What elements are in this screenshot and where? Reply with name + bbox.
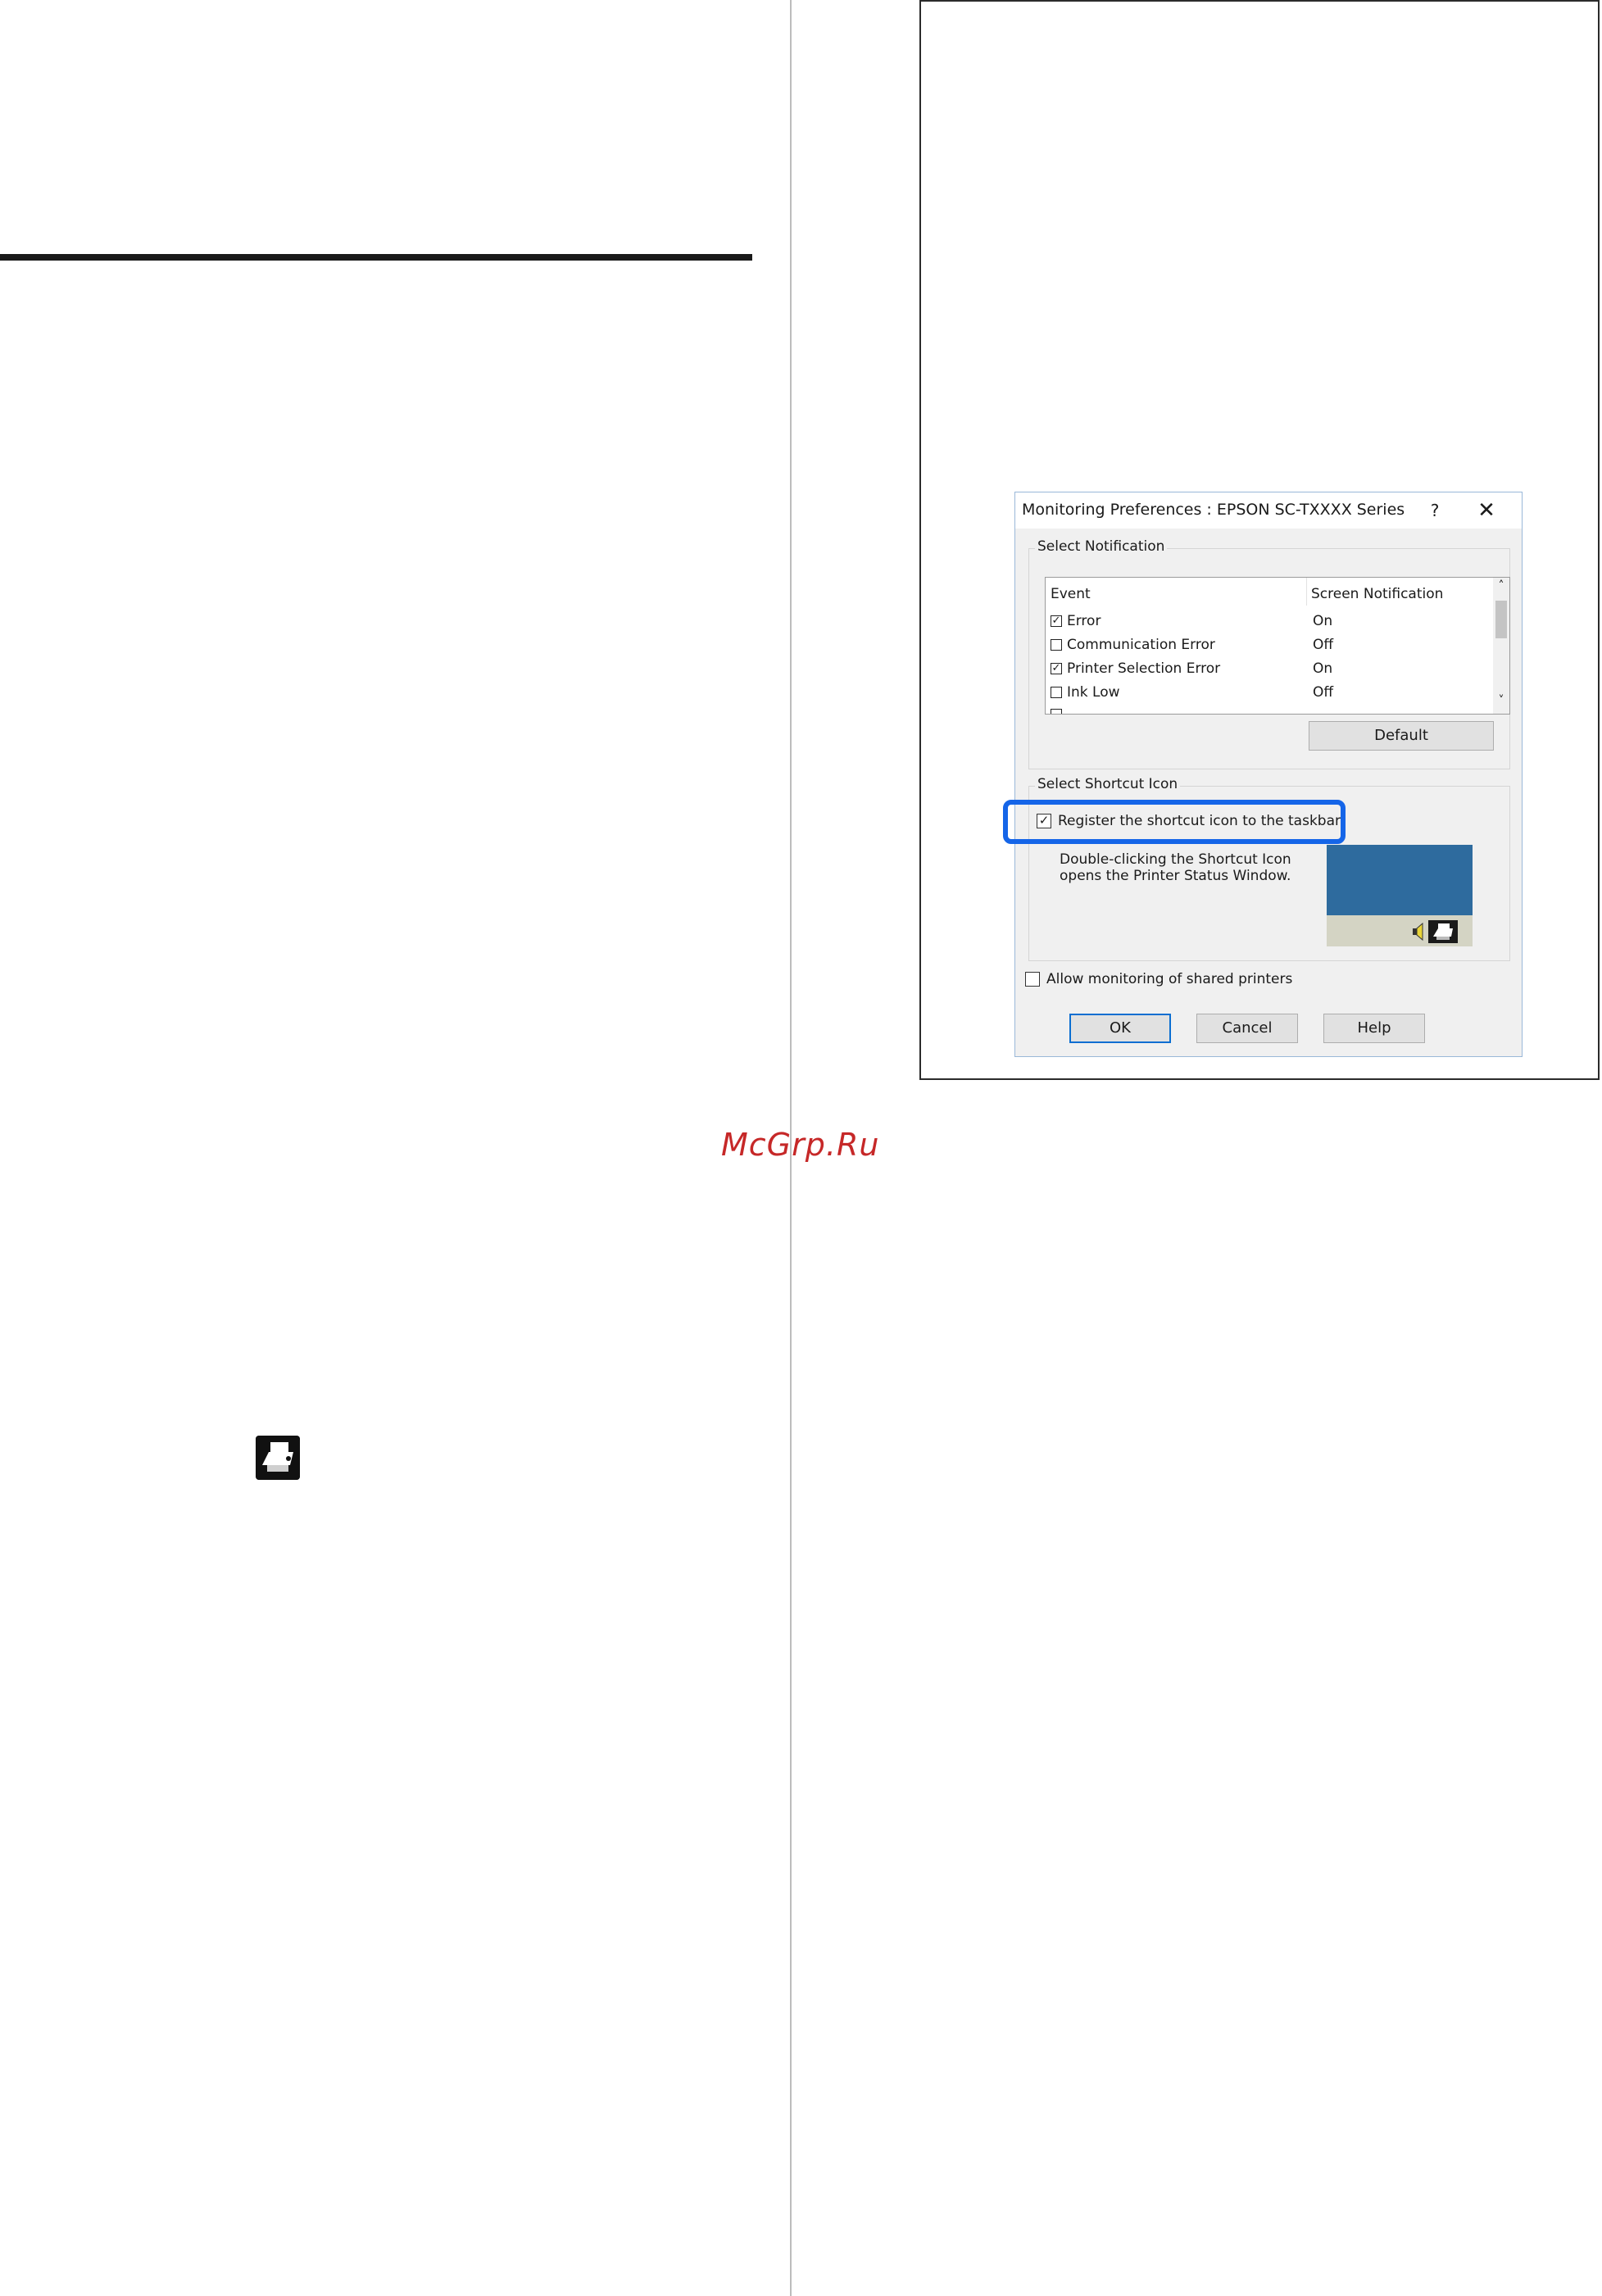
checkbox-checked[interactable]: ✓ (1051, 615, 1062, 627)
heading-rule (0, 254, 752, 261)
scroll-up-arrow-icon[interactable]: ˄ (1493, 579, 1509, 597)
help-button[interactable]: Help (1323, 1014, 1425, 1043)
list-item-value: On (1313, 613, 1333, 629)
list-scrollbar[interactable]: ˄ ˅ (1493, 578, 1509, 714)
scroll-down-arrow-icon[interactable]: ˅ (1493, 694, 1509, 712)
checkbox-checked[interactable]: ✓ (1051, 663, 1062, 674)
list-item[interactable]: Printer Selection Error (1067, 660, 1220, 677)
allow-shared-checkbox[interactable] (1025, 972, 1040, 987)
select-shortcut-icon-label: Select Shortcut Icon (1035, 776, 1181, 792)
taskbar-preview (1327, 845, 1473, 946)
checkbox-unchecked[interactable] (1051, 709, 1062, 714)
highlight-box (1003, 800, 1346, 844)
preview-taskbar (1327, 915, 1473, 946)
cancel-button[interactable]: Cancel (1196, 1014, 1298, 1043)
event-column-header[interactable]: Event (1051, 586, 1091, 602)
list-item-value: On (1313, 660, 1333, 677)
speaker-icon (1413, 922, 1423, 942)
default-button[interactable]: Default (1309, 721, 1494, 751)
scroll-thumb[interactable] (1495, 601, 1507, 638)
list-item-value: Off (1313, 637, 1334, 653)
printer-status-icon (256, 1436, 300, 1480)
shortcut-description-line-2: opens the Printer Status Window. (1060, 868, 1291, 884)
list-item-value: Off (1313, 684, 1334, 701)
help-icon[interactable]: ? (1423, 499, 1447, 522)
close-icon[interactable]: ✕ (1470, 497, 1503, 524)
watermark: McGrp.Ru (721, 1127, 880, 1163)
printer-status-icon (1428, 920, 1458, 943)
screen-notification-column-header[interactable]: Screen Notification (1311, 586, 1443, 602)
allow-shared-label[interactable]: Allow monitoring of shared printers (1046, 971, 1292, 987)
shortcut-description-line-1: Double-clicking the Shortcut Icon (1060, 851, 1291, 868)
select-notification-label: Select Notification (1035, 538, 1168, 555)
list-item[interactable]: Ink Low (1067, 684, 1120, 701)
checkbox-unchecked[interactable] (1051, 639, 1062, 651)
dialog-title: Monitoring Preferences : EPSON SC-TXXXX … (1022, 501, 1405, 519)
event-list[interactable]: Event Screen Notification ✓ Error On Com… (1045, 577, 1510, 715)
monitoring-preferences-dialog: Monitoring Preferences : EPSON SC-TXXXX … (1003, 492, 1523, 1057)
column-separator (1306, 578, 1307, 606)
list-item[interactable]: Communication Error (1067, 637, 1215, 653)
checkbox-unchecked[interactable] (1051, 687, 1062, 698)
dialog-titlebar: Monitoring Preferences : EPSON SC-TXXXX … (1015, 492, 1522, 529)
list-item[interactable]: Error (1067, 613, 1101, 629)
ok-button[interactable]: OK (1069, 1014, 1171, 1043)
